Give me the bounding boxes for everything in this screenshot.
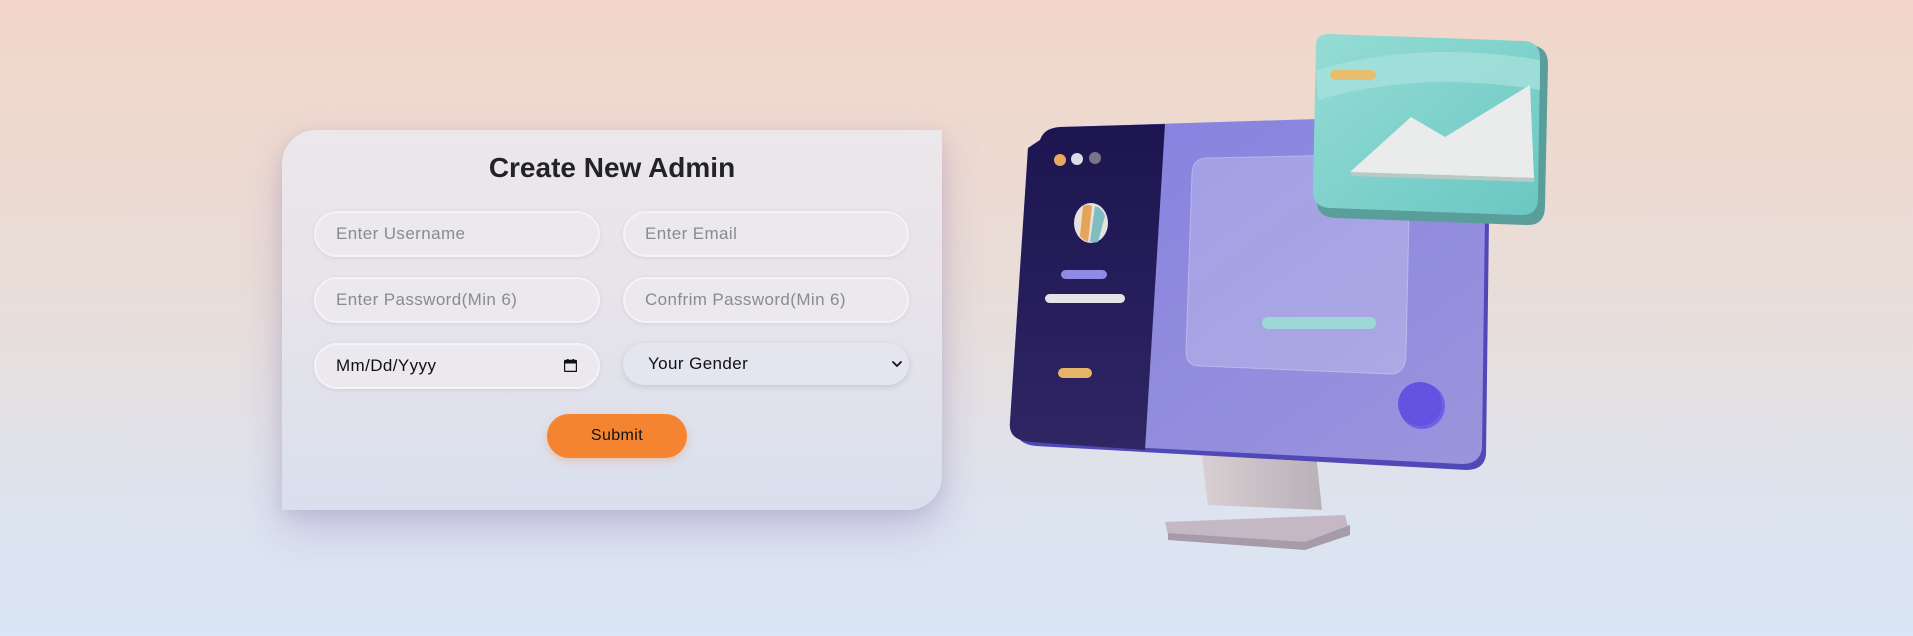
gender-selected-value: Your Gender [648,354,749,373]
gender-select[interactable]: Your Gender [623,343,909,385]
form-title: Create New Admin [488,152,736,183]
chevron-down-icon [892,361,902,367]
envelope-icon [1312,34,1548,226]
monitor-sidebar [1009,124,1165,450]
date-value: Mm/Dd/Yyyy [336,356,437,375]
password-input[interactable]: Enter Password(Min 6) [314,277,600,323]
calendar-icon[interactable] [564,359,577,372]
date-of-birth-input[interactable]: Mm/Dd/Yyyy [314,343,600,389]
submit-button[interactable]: Submit [547,414,687,458]
email-input[interactable]: Enter Email [623,211,909,257]
avatar [1074,203,1108,243]
username-input[interactable]: Enter Username [314,211,600,257]
create-admin-form: Create New Admin Enter Username Enter Em… [282,130,942,510]
confirm-password-input[interactable]: Confrim Password(Min 6) [623,277,909,323]
monitor-illustration [1009,34,1548,550]
